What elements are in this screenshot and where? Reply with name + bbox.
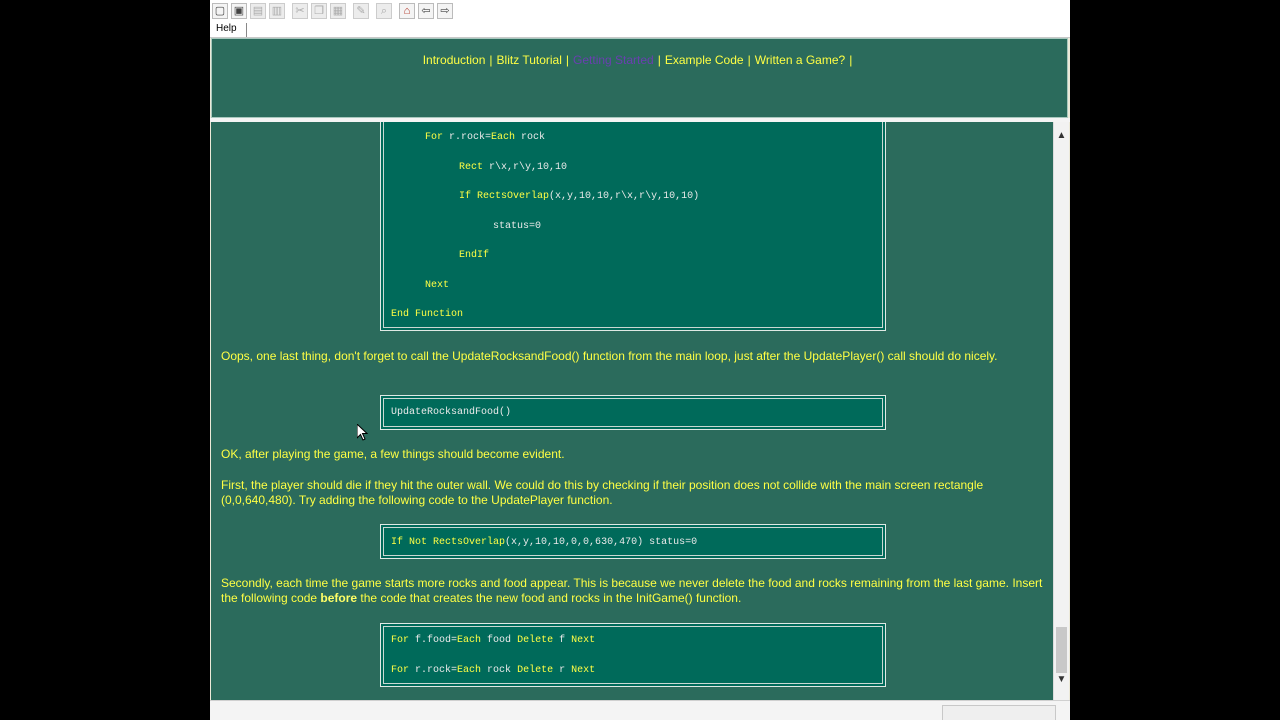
code-text: (x,y,10,10,r\x,r\y,10,10)	[549, 191, 700, 202]
nav-links: Introduction | Blitz Tutorial | Getting Star…	[212, 53, 1067, 67]
toolbar: ▢ ▣ ▤ ▥ ✂ ❐ ▦ ✎ ⌕ ⌂ ⇦ ⇨	[210, 0, 1070, 22]
code-block-call: UpdateRocksandFood()	[380, 395, 886, 430]
code-block-update-rocks-function: For r.rock=Each rock Rect r\x,r\y,10,10 …	[380, 122, 886, 331]
vertical-scrollbar[interactable]: ▲ ▼	[1053, 122, 1069, 700]
code-keyword: Each	[491, 132, 516, 143]
code-text: food	[481, 635, 518, 646]
code-keyword: If Not	[391, 537, 428, 548]
code-line: For f.food=Each food Delete f Next	[391, 635, 595, 646]
code-text: f.food=	[409, 635, 458, 646]
code-line: For r.rock=Each rock	[425, 132, 545, 143]
nav-separator: |	[489, 53, 493, 67]
code-text: r\x,r\y,10,10	[483, 162, 568, 173]
edit-icon[interactable]: ✎	[353, 3, 369, 19]
code-block-delete-loop: For f.food=Each food Delete f Next For r…	[380, 623, 886, 687]
code-keyword: End Function	[391, 309, 464, 320]
code-keyword: Rect	[459, 162, 484, 173]
new-icon[interactable]: ▢	[212, 3, 228, 19]
code-keyword: Delete	[517, 665, 554, 676]
status-pane	[942, 705, 1056, 720]
nav-panel: Introduction | Blitz Tutorial | Getting Star…	[211, 38, 1068, 118]
paragraph: First, the player should die if they hit…	[221, 478, 984, 507]
forward-icon[interactable]: ⇨	[437, 3, 453, 19]
nav-link-introduction[interactable]: Introduction	[423, 53, 486, 67]
code-text: rock	[481, 665, 518, 676]
code-keyword: RectsOverlap	[433, 537, 506, 548]
menu-bar: Help	[210, 22, 1070, 38]
code-keyword: Delete	[517, 635, 554, 646]
code-text: r.rock=	[443, 132, 492, 143]
print-icon[interactable]: ▥	[269, 3, 285, 19]
back-icon[interactable]: ⇦	[418, 3, 434, 19]
copy-icon[interactable]: ❐	[311, 3, 327, 19]
code-line: End Function	[391, 309, 463, 320]
code-keyword: Next	[425, 280, 450, 291]
code-line: EndIf	[459, 250, 489, 261]
nav-link-blitz-tutorial[interactable]: Blitz Tutorial	[497, 53, 562, 67]
code-line: If RectsOverlap(x,y,10,10,r\x,r\y,10,10)	[459, 191, 699, 202]
code-keyword: If	[459, 191, 472, 202]
find-icon[interactable]: ⌕	[376, 3, 392, 19]
code-text: (x,y,10,10,0,0,630,470) status=0	[505, 537, 698, 548]
code-keyword: For	[391, 635, 410, 646]
scroll-up-icon[interactable]: ▲	[1054, 130, 1069, 144]
scroll-thumb[interactable]	[1056, 627, 1067, 673]
code-line: For r.rock=Each rock Delete r Next	[391, 665, 595, 676]
code-text: r.rock=	[409, 665, 458, 676]
code-block-wall-check: If Not RectsOverlap(x,y,10,10,0,0,630,47…	[380, 524, 886, 559]
code-text: UpdateRocksandFood()	[391, 407, 512, 418]
nav-separator: |	[849, 53, 853, 67]
code-text: rock	[515, 132, 546, 143]
paste-icon[interactable]: ▦	[330, 3, 346, 19]
code-keyword: Each	[457, 635, 482, 646]
save-icon[interactable]: ▤	[250, 3, 266, 19]
paragraph: OK, after playing the game, a few things…	[221, 447, 565, 461]
code-keyword: Next	[571, 635, 596, 646]
nav-separator: |	[657, 53, 661, 67]
cut-icon[interactable]: ✂	[292, 3, 308, 19]
scroll-down-icon[interactable]: ▼	[1054, 674, 1069, 688]
paragraph-bold: before	[320, 591, 358, 605]
code-text: r	[553, 665, 572, 676]
code-text: f	[553, 635, 572, 646]
nav-link-getting-started[interactable]: Getting Started	[573, 53, 654, 67]
menu-help[interactable]: Help	[214, 23, 239, 34]
code-keyword: For	[391, 665, 410, 676]
code-keyword: Next	[571, 665, 596, 676]
help-browser-window: ▢ ▣ ▤ ▥ ✂ ❐ ▦ ✎ ⌕ ⌂ ⇦ ⇨ Help Introductio…	[210, 0, 1070, 720]
nav-link-written-a-game[interactable]: Written a Game?	[755, 53, 845, 67]
code-text: status=0	[493, 221, 542, 232]
status-bar	[210, 700, 1070, 720]
code-keyword: EndIf	[459, 250, 490, 261]
code-line: UpdateRocksandFood()	[391, 407, 511, 418]
code-keyword: Each	[457, 665, 482, 676]
code-keyword: RectsOverlap	[477, 191, 550, 202]
nav-link-example-code[interactable]: Example Code	[665, 53, 744, 67]
nav-separator: |	[747, 53, 751, 67]
code-line: If Not RectsOverlap(x,y,10,10,0,0,630,47…	[391, 537, 697, 548]
menu-divider	[246, 23, 247, 37]
code-line: Next	[425, 280, 449, 291]
content-pane: For r.rock=Each rock Rect r\x,r\y,10,10 …	[211, 122, 1053, 700]
paragraph: Oops, one last thing, don't forget to ca…	[221, 349, 998, 363]
paragraph-text: the code that creates the new food and r…	[357, 591, 742, 605]
open-folder-icon[interactable]: ▣	[231, 3, 247, 19]
code-line: status=0	[493, 221, 541, 232]
code-line: Rect r\x,r\y,10,10	[459, 162, 567, 173]
home-icon[interactable]: ⌂	[399, 3, 415, 19]
nav-separator: |	[565, 53, 570, 67]
paragraph: Secondly, each time the game starts more…	[221, 576, 1046, 606]
code-keyword: For	[425, 132, 444, 143]
